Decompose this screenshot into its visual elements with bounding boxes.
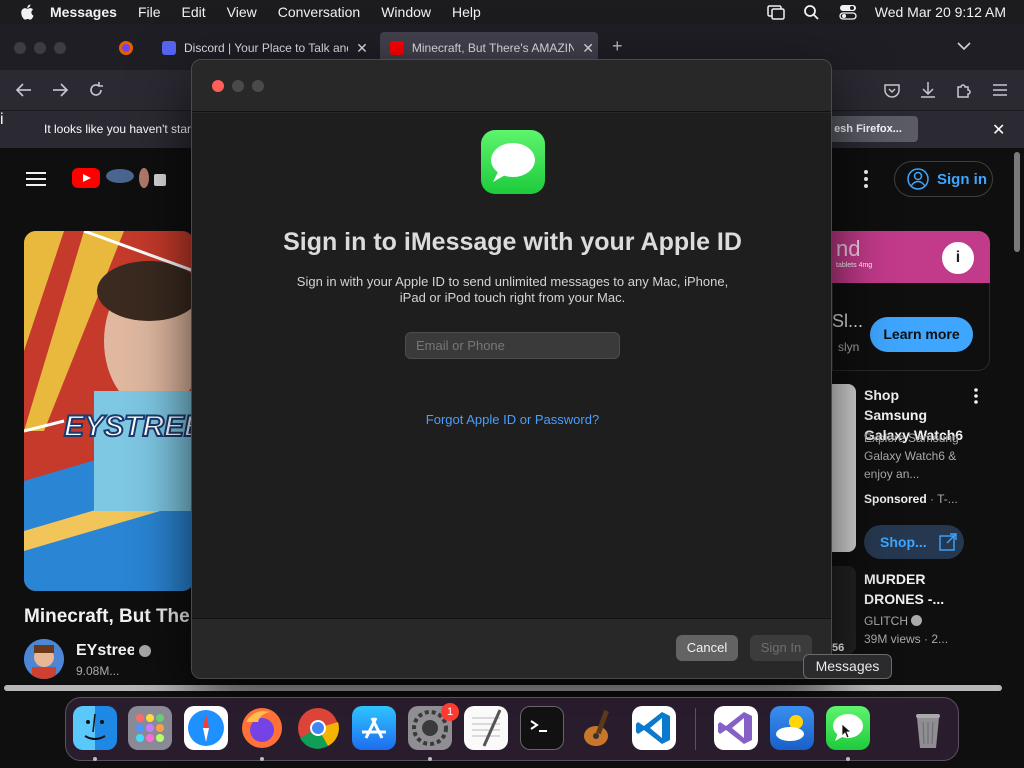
downloads-icon[interactable] bbox=[918, 80, 938, 100]
video-thumbnail-art: EYSTREE bbox=[24, 231, 194, 591]
rec-thumbnail[interactable] bbox=[832, 384, 856, 552]
chevron-down-icon[interactable] bbox=[956, 38, 972, 54]
learn-more-button[interactable]: Learn more bbox=[870, 317, 973, 352]
messages-app-icon bbox=[481, 130, 545, 194]
external-link-icon bbox=[938, 533, 957, 551]
textedit-icon[interactable] bbox=[464, 706, 508, 750]
youtube-icon bbox=[390, 41, 404, 55]
verified-icon bbox=[139, 645, 151, 657]
apple-menu-icon[interactable] bbox=[18, 4, 36, 20]
subscriber-count: 9.08M... bbox=[76, 664, 120, 678]
rec-thumbnail[interactable] bbox=[832, 566, 856, 654]
dock-tooltip: Messages bbox=[803, 654, 892, 679]
rec-channel[interactable]: GLITCH bbox=[864, 614, 923, 628]
notification-badge: 1 bbox=[441, 703, 459, 721]
ad-info-icon[interactable]: i bbox=[940, 240, 976, 276]
ad-subtitle: slyn bbox=[838, 340, 860, 354]
firefox-view-icon[interactable] bbox=[118, 40, 134, 56]
running-indicator bbox=[93, 757, 97, 761]
thumbnail-text: EYSTREE bbox=[64, 410, 194, 443]
horizontal-scrollbar[interactable] bbox=[4, 685, 1002, 691]
visual-studio-icon[interactable] bbox=[714, 706, 758, 750]
chrome-icon[interactable] bbox=[296, 706, 340, 750]
back-icon[interactable] bbox=[14, 80, 34, 100]
close-window-button[interactable] bbox=[212, 80, 224, 92]
zoom-window-button bbox=[252, 80, 264, 92]
discord-icon bbox=[162, 41, 176, 55]
menu-conversation[interactable]: Conversation bbox=[278, 4, 361, 20]
cancel-button[interactable]: Cancel bbox=[676, 635, 738, 661]
running-indicator bbox=[428, 757, 432, 761]
finder-icon[interactable] bbox=[73, 706, 117, 750]
weather-icon[interactable] bbox=[770, 706, 814, 750]
browser-minimize-dot[interactable] bbox=[34, 42, 46, 54]
garageband-icon[interactable] bbox=[576, 706, 620, 750]
dock-separator bbox=[695, 708, 696, 750]
reload-icon[interactable] bbox=[86, 80, 106, 100]
safari-icon[interactable] bbox=[184, 706, 228, 750]
search-icon[interactable] bbox=[803, 4, 821, 20]
dialog-subtitle: Sign in with your Apple ID to send unlim… bbox=[296, 274, 729, 305]
youtube-logo-icon[interactable] bbox=[72, 168, 100, 188]
browser-zoom-dot[interactable] bbox=[54, 42, 66, 54]
pocket-icon[interactable] bbox=[882, 80, 902, 100]
running-indicator bbox=[846, 757, 850, 761]
sponsored-label: Sponsored · T-... bbox=[864, 492, 958, 506]
ad-banner-text: nd bbox=[836, 236, 861, 261]
extensions-icon[interactable] bbox=[954, 80, 974, 100]
hamburger-menu-icon[interactable] bbox=[990, 80, 1010, 100]
settings-more-icon[interactable] bbox=[864, 170, 868, 188]
trash-icon[interactable] bbox=[906, 706, 950, 750]
page-scrollbar[interactable] bbox=[1014, 152, 1020, 252]
new-tab-icon[interactable]: + bbox=[612, 36, 623, 57]
launchpad-icon[interactable] bbox=[128, 706, 172, 750]
menu-bar: Messages File Edit View Conversation Win… bbox=[0, 0, 1024, 24]
menu-window[interactable]: Window bbox=[381, 4, 431, 20]
app-store-icon[interactable] bbox=[352, 706, 396, 750]
rec-meta: 39M views · 2... bbox=[864, 632, 949, 646]
messages-dock-icon[interactable] bbox=[826, 706, 870, 750]
more-options-icon[interactable] bbox=[974, 388, 978, 404]
notification-text: It looks like you haven't start bbox=[44, 122, 195, 136]
screen-mirroring-icon[interactable] bbox=[767, 4, 785, 20]
menu-file[interactable]: File bbox=[138, 4, 161, 20]
close-icon[interactable]: ✕ bbox=[992, 120, 1005, 140]
control-center-icon[interactable] bbox=[839, 4, 857, 20]
video-player[interactable]: EYSTREE bbox=[24, 231, 194, 591]
close-tab-icon[interactable]: ✕ bbox=[578, 40, 598, 57]
youtube-sign-in-button[interactable]: Sign in bbox=[894, 161, 993, 197]
refresh-firefox-button[interactable]: esh Firefox... bbox=[818, 116, 918, 142]
youtube-doodle-icon[interactable] bbox=[104, 166, 174, 190]
close-tab-icon[interactable]: ✕ bbox=[352, 40, 372, 57]
running-indicator bbox=[260, 757, 264, 761]
forgot-apple-id-link[interactable]: Forgot Apple ID or Password? bbox=[192, 412, 831, 427]
firefox-icon[interactable] bbox=[240, 706, 284, 750]
rec-description: Explore Samsung Galaxy Watch6 & enjoy an… bbox=[864, 431, 959, 481]
rec-title[interactable]: MURDER DRONES -... bbox=[864, 569, 964, 609]
terminal-icon[interactable] bbox=[520, 706, 564, 750]
minimize-window-button bbox=[232, 80, 244, 92]
menu-edit[interactable]: Edit bbox=[182, 4, 206, 20]
video-duration: 56 bbox=[832, 642, 845, 654]
imessage-signin-dialog: Sign in to iMessage with your Apple ID S… bbox=[191, 59, 832, 679]
ad-banner-small-text: tablets 4mg bbox=[836, 262, 873, 269]
channel-avatar[interactable] bbox=[24, 639, 64, 679]
video-title: Minecraft, But The bbox=[24, 606, 190, 627]
vscode-icon[interactable] bbox=[632, 706, 676, 750]
forward-icon[interactable] bbox=[50, 80, 70, 100]
menu-help[interactable]: Help bbox=[452, 4, 481, 20]
verified-icon bbox=[911, 615, 923, 626]
menu-app-name[interactable]: Messages bbox=[50, 4, 117, 20]
email-phone-input[interactable] bbox=[405, 332, 620, 359]
dialog-titlebar bbox=[192, 60, 831, 112]
dialog-title: Sign in to iMessage with your Apple ID bbox=[283, 228, 742, 256]
menu-view[interactable]: View bbox=[227, 4, 257, 20]
shop-button[interactable]: Shop... bbox=[864, 525, 964, 559]
menu-clock[interactable]: Wed Mar 20 9:12 AM bbox=[875, 4, 1006, 20]
channel-name[interactable]: EYstreem bbox=[76, 642, 134, 660]
account-icon bbox=[907, 168, 929, 190]
guide-menu-icon[interactable] bbox=[26, 172, 46, 186]
ad-title: Sl... bbox=[832, 311, 864, 331]
browser-close-dot[interactable] bbox=[14, 42, 26, 54]
